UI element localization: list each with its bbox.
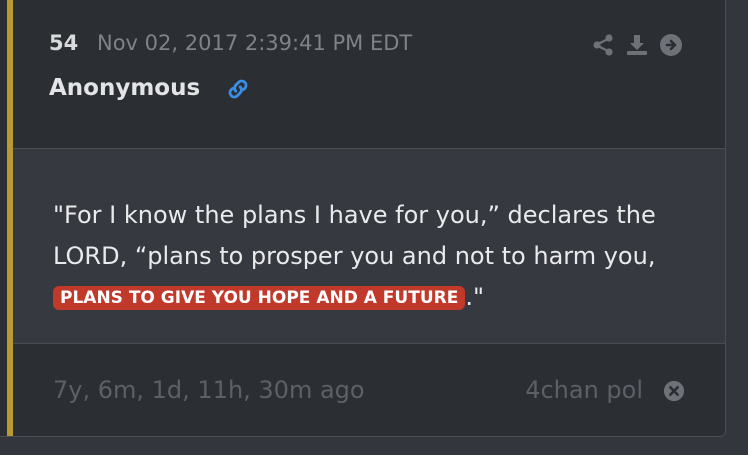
post-message: "For I know the plans I have for you,” d…	[53, 195, 693, 318]
download-icon[interactable]	[625, 33, 649, 57]
post-header: 54 Nov 02, 2017 2:39:41 PM EDT Anonymous	[13, 0, 725, 149]
arrow-right-circle-icon[interactable]	[659, 33, 683, 57]
close-circle-icon[interactable]	[663, 380, 685, 402]
message-text: "For I know the plans I have for you,” d…	[53, 201, 656, 270]
post-number: 54	[49, 31, 79, 55]
link-icon[interactable]	[225, 76, 251, 102]
message-highlight: PLANS TO GIVE YOU HOPE AND A FUTURE	[53, 286, 466, 310]
share-icon[interactable]	[591, 33, 615, 57]
post-source: 4chan pol	[525, 376, 643, 404]
message-text-end: ."	[465, 283, 485, 311]
post-author: Anonymous	[49, 75, 201, 101]
post-age: 7y, 6m, 1d, 11h, 30m ago	[53, 376, 365, 404]
post-body: "For I know the plans I have for you,” d…	[13, 149, 725, 344]
post-actions	[591, 33, 683, 57]
post-footer: 7y, 6m, 1d, 11h, 30m ago 4chan pol	[13, 344, 725, 436]
post-timestamp: Nov 02, 2017 2:39:41 PM EDT	[97, 31, 413, 55]
post-card: 54 Nov 02, 2017 2:39:41 PM EDT Anonymous	[0, 0, 726, 437]
